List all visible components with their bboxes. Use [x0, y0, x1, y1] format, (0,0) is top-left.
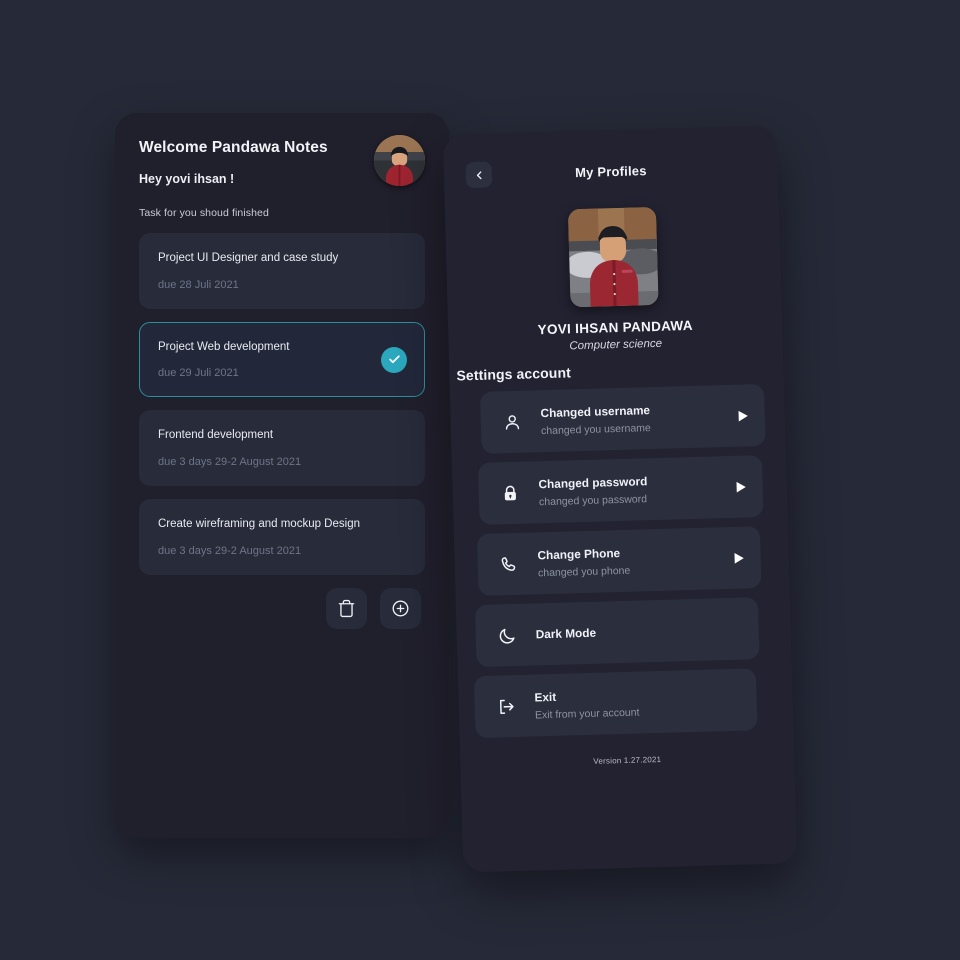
- profile-topbar: My Profiles: [465, 152, 756, 190]
- setting-row-dark-mode[interactable]: Dark Mode: [474, 597, 760, 668]
- setting-row-text: Dark Mode: [536, 622, 743, 642]
- setting-title: Changed username: [540, 402, 651, 420]
- task-card[interactable]: Frontend development due 3 days 29-2 Aug…: [139, 410, 425, 487]
- setting-row-changed-username[interactable]: Changed username changed you username: [479, 383, 766, 454]
- setting-title: Change Phone: [537, 545, 621, 562]
- setting-row-text: Changed password changed you password: [538, 471, 728, 508]
- task-completed-check-icon[interactable]: [381, 346, 407, 373]
- setting-title: Dark Mode: [535, 625, 597, 642]
- task-due-date: due 3 days 29-2 August 2021: [158, 544, 302, 557]
- profile-major: Computer science: [569, 337, 663, 353]
- setting-subtitle: changed you phone: [537, 564, 631, 579]
- setting-subtitle: changed you password: [538, 492, 648, 508]
- play-arrow-icon[interactable]: [736, 480, 747, 493]
- moon-icon: [491, 625, 522, 645]
- task-due-date: due 29 Juli 2021: [158, 367, 239, 380]
- task-subtitle: Task for you shoud finished: [139, 207, 269, 219]
- delete-task-button[interactable]: [326, 588, 367, 629]
- task-due-date: due 3 days 29-2 August 2021: [158, 456, 302, 469]
- task-title: Frontend development: [158, 429, 274, 442]
- version-label: Version 1.27.2021: [593, 754, 662, 766]
- task-title: Create wireframing and mockup Design: [158, 518, 360, 531]
- task-title: Project UI Designer and case study: [158, 252, 339, 264]
- lock-icon: [495, 483, 526, 503]
- notes-header: Welcome Pandawa Notes Hey yovi ihsan ! T…: [139, 135, 425, 219]
- task-list: Project UI Designer and case study due 2…: [139, 233, 425, 575]
- user-avatar-photo-icon[interactable]: [374, 135, 425, 186]
- profile-photo-icon[interactable]: [567, 206, 659, 308]
- page-title: Welcome Pandawa Notes: [139, 139, 328, 156]
- task-card[interactable]: Project UI Designer and case study due 2…: [139, 233, 425, 309]
- plus-circle-icon: [392, 600, 409, 617]
- setting-row-text: Exit Exit from your account: [534, 684, 741, 721]
- setting-subtitle: Exit from your account: [534, 706, 640, 721]
- setting-row-exit[interactable]: Exit Exit from your account: [473, 668, 758, 739]
- setting-title: Changed password: [538, 473, 648, 491]
- play-arrow-icon[interactable]: [738, 409, 749, 422]
- notes-action-bar: [326, 588, 421, 629]
- exit-icon: [490, 696, 521, 716]
- setting-row-changed-password[interactable]: Changed password changed you password: [477, 455, 764, 525]
- settings-heading: Settings account: [456, 364, 572, 384]
- trash-icon: [338, 599, 355, 618]
- profile-photo-wrap: [567, 206, 659, 308]
- notes-content: Welcome Pandawa Notes Hey yovi ihsan ! T…: [115, 113, 449, 575]
- back-button[interactable]: [465, 161, 493, 189]
- add-task-button[interactable]: [380, 588, 421, 629]
- setting-title: Exit: [534, 689, 557, 704]
- settings-list: Changed username changed you username Ch…: [472, 383, 772, 739]
- greeting-text: Hey yovi ihsan !: [139, 172, 235, 186]
- setting-row-text: Change Phone changed you phone: [537, 543, 726, 579]
- setting-row-change-phone[interactable]: Change Phone changed you phone: [476, 526, 762, 596]
- phone-icon: [494, 554, 525, 574]
- page-title: My Profiles: [574, 162, 647, 180]
- setting-subtitle: changed you username: [540, 421, 651, 437]
- phone-notes-screen: Welcome Pandawa Notes Hey yovi ihsan ! T…: [115, 113, 449, 838]
- play-arrow-icon[interactable]: [734, 551, 745, 564]
- setting-row-text: Changed username changed you username: [540, 400, 730, 437]
- profile-content: My Profiles YOVI IHSAN PANDAWA Computer …: [443, 125, 797, 872]
- phone-profile-screen: My Profiles YOVI IHSAN PANDAWA Computer …: [442, 125, 798, 873]
- task-title: Project Web development: [158, 340, 290, 353]
- task-card-selected[interactable]: Project Web development due 29 Juli 2021: [139, 321, 425, 398]
- person-icon: [497, 412, 528, 432]
- chevron-left-icon: [476, 170, 482, 179]
- notes-header-text: Welcome Pandawa Notes Hey yovi ihsan ! T…: [139, 135, 328, 219]
- task-card[interactable]: Create wireframing and mockup Design due…: [139, 499, 425, 575]
- task-due-date: due 28 Juli 2021: [158, 278, 239, 291]
